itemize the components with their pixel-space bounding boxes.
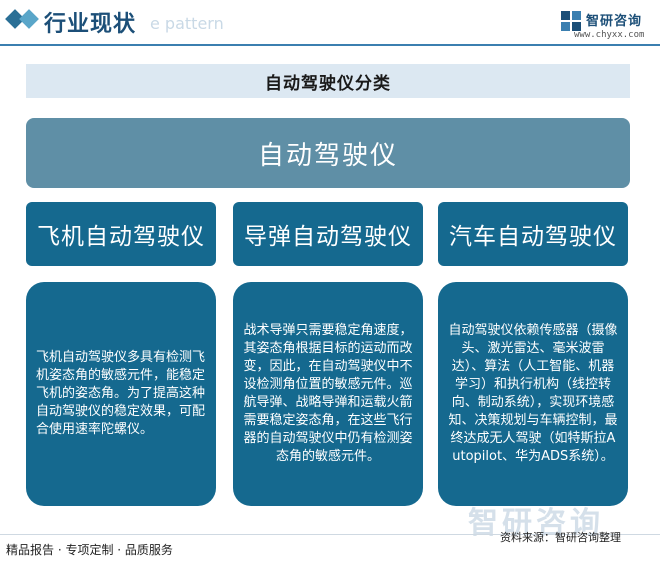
header-diamond-icon-secondary <box>19 9 39 29</box>
diagram-title-bar: 自动驾驶仪分类 <box>26 64 630 98</box>
category-node-aircraft: 飞机自动驾驶仪 <box>26 202 216 266</box>
description-node-car: 自动驾驶仪依赖传感器（摄像头、激光雷达、毫米波雷达）、算法（人工智能、机器学习）… <box>438 282 628 506</box>
category-node-car: 汽车自动驾驶仪 <box>438 202 628 266</box>
category-label-missile: 导弹自动驾驶仪 <box>244 224 412 250</box>
footer-tagline: 精品报告 · 专项定制 · 品质服务 <box>6 543 173 557</box>
brand-name: 智研咨询 <box>586 14 643 29</box>
footer-source: 资料来源：智研咨询整理 <box>500 531 621 544</box>
description-node-missile: 战术导弹只需要稳定角速度，其姿态角根据目标的运动而改变，因此，在自动驾驶仪中不设… <box>233 282 423 506</box>
root-node-label: 自动驾驶仪 <box>257 140 398 171</box>
description-text-missile: 战术导弹只需要稳定角速度，其姿态角根据目标的运动而改变，因此，在自动驾驶仪中不设… <box>243 323 413 464</box>
category-node-missile: 导弹自动驾驶仪 <box>233 202 423 266</box>
header-divider <box>0 44 660 46</box>
brand-logo-block: 智研咨询 www.chyxx.com <box>560 8 656 44</box>
diagram-title: 自动驾驶仪分类 <box>265 73 391 94</box>
header-watermark: e pattern <box>150 14 224 33</box>
category-label-car: 汽车自动驾驶仪 <box>449 224 617 250</box>
header-title: 行业现状 <box>44 12 137 37</box>
root-node: 自动驾驶仪 <box>26 118 630 188</box>
brand-logo-icon <box>561 11 581 31</box>
description-text-aircraft: 飞机自动驾驶仪多具有检测飞机姿态角的敏感元件，能稳定飞机的姿态角。为了提高这种自… <box>36 350 206 437</box>
description-text-car: 自动驾驶仪依赖传感器（摄像头、激光雷达、毫米波雷达）、算法（人工智能、机器学习）… <box>448 323 618 464</box>
brand-url: www.chyxx.com <box>574 30 645 40</box>
category-label-aircraft: 飞机自动驾驶仪 <box>37 224 205 250</box>
description-node-aircraft: 飞机自动驾驶仪多具有检测飞机姿态角的敏感元件，能稳定飞机的姿态角。为了提高这种自… <box>26 282 216 506</box>
